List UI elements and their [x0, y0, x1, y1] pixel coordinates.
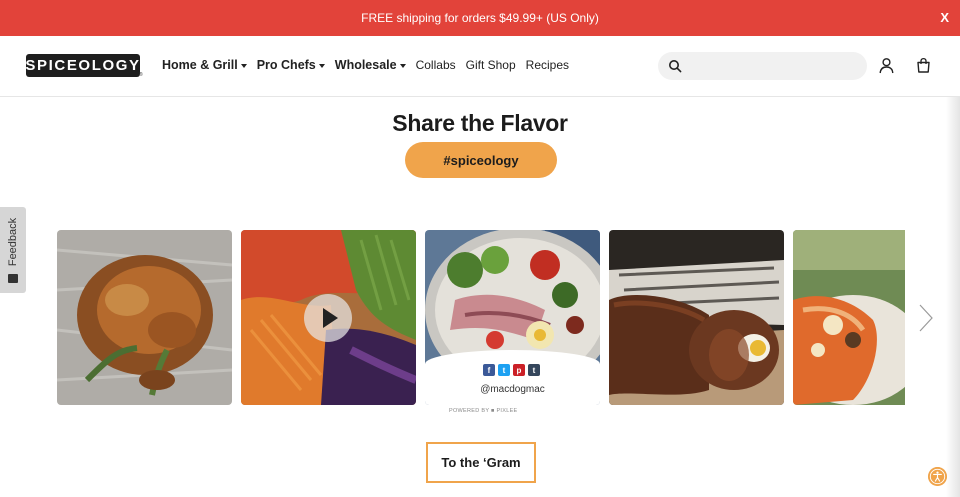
nav-item-pro-chefs[interactable]: Pro Chefs: [257, 58, 325, 72]
page-title: Share the Flavor: [392, 110, 568, 136]
nav-item-recipes[interactable]: Recipes: [526, 58, 569, 72]
social-overlay: f t p t @macdogmac: [425, 230, 600, 405]
overlay-panel: [425, 350, 600, 405]
site-header: SPICEOLOGY ® Home & Grill Pro Chefs Whol…: [0, 36, 960, 97]
roast-chicken-image: [57, 230, 232, 405]
hashtag-button[interactable]: #spiceology: [405, 142, 557, 178]
carousel-item[interactable]: [57, 230, 232, 405]
nav-item-home-grill[interactable]: Home & Grill: [162, 58, 247, 72]
nav-item-collabs[interactable]: Collabs: [416, 58, 456, 72]
nav-item-label: Collabs: [415, 58, 456, 72]
carousel-item[interactable]: [793, 230, 905, 405]
play-icon[interactable]: [304, 294, 352, 342]
feedback-tab[interactable]: Feedback: [0, 207, 26, 293]
logo[interactable]: SPICEOLOGY: [25, 54, 141, 77]
nav-item-gift-shop[interactable]: Gift Shop: [466, 58, 516, 72]
accessibility-icon[interactable]: [928, 467, 947, 486]
carousel-item-hovered[interactable]: f t p t @macdogmac: [425, 230, 600, 405]
nav-item-label: Wholesale: [334, 58, 397, 72]
logo-text: SPICEOLOGY: [25, 57, 141, 74]
facebook-icon[interactable]: f: [483, 364, 495, 376]
caret-down-icon: [399, 63, 406, 68]
promo-text: FREE shipping for orders $49.99+ (US Onl…: [361, 11, 599, 25]
promo-banner: FREE shipping for orders $49.99+ (US Onl…: [0, 0, 960, 36]
page-edge-shadow: [946, 97, 960, 497]
to-the-gram-button[interactable]: To the ‘Gram: [426, 442, 536, 483]
promo-close-button[interactable]: X: [940, 10, 949, 25]
account-icon[interactable]: [878, 57, 895, 74]
feedback-icon: [8, 274, 18, 283]
caret-down-icon: [240, 63, 247, 68]
author-handle[interactable]: @macdogmac: [425, 384, 600, 395]
nav-item-label: Pro Chefs: [256, 58, 316, 72]
carousel-item[interactable]: [609, 230, 784, 405]
tumblr-icon[interactable]: t: [528, 364, 540, 376]
sliced-meatloaf-image: [609, 230, 784, 405]
caret-down-icon: [318, 63, 325, 68]
nav-item-label: Home & Grill: [162, 58, 238, 72]
main-nav: Home & Grill Pro Chefs Wholesale Collabs…: [162, 58, 579, 72]
feedback-label: Feedback: [7, 217, 19, 267]
share-row: f t p t: [483, 364, 540, 376]
nav-item-wholesale[interactable]: Wholesale: [335, 58, 406, 72]
chevron-right-icon[interactable]: [918, 303, 934, 333]
pinterest-icon[interactable]: p: [513, 364, 525, 376]
nav-item-label: Recipes: [525, 58, 570, 72]
loaded-dish-image: [793, 230, 905, 405]
search-icon: [669, 60, 682, 73]
carousel-item-video[interactable]: [241, 230, 416, 405]
cart-icon[interactable]: [915, 57, 932, 74]
ugc-carousel: f t p t @macdogmac: [57, 230, 905, 405]
twitter-icon[interactable]: t: [498, 364, 510, 376]
logo-trademark: ®: [139, 72, 143, 78]
search-box[interactable]: [658, 52, 867, 80]
powered-by-pixlee[interactable]: POWERED BY ■ PIXLEE: [449, 408, 518, 414]
search-input[interactable]: [690, 52, 860, 80]
nav-item-label: Gift Shop: [465, 58, 516, 72]
